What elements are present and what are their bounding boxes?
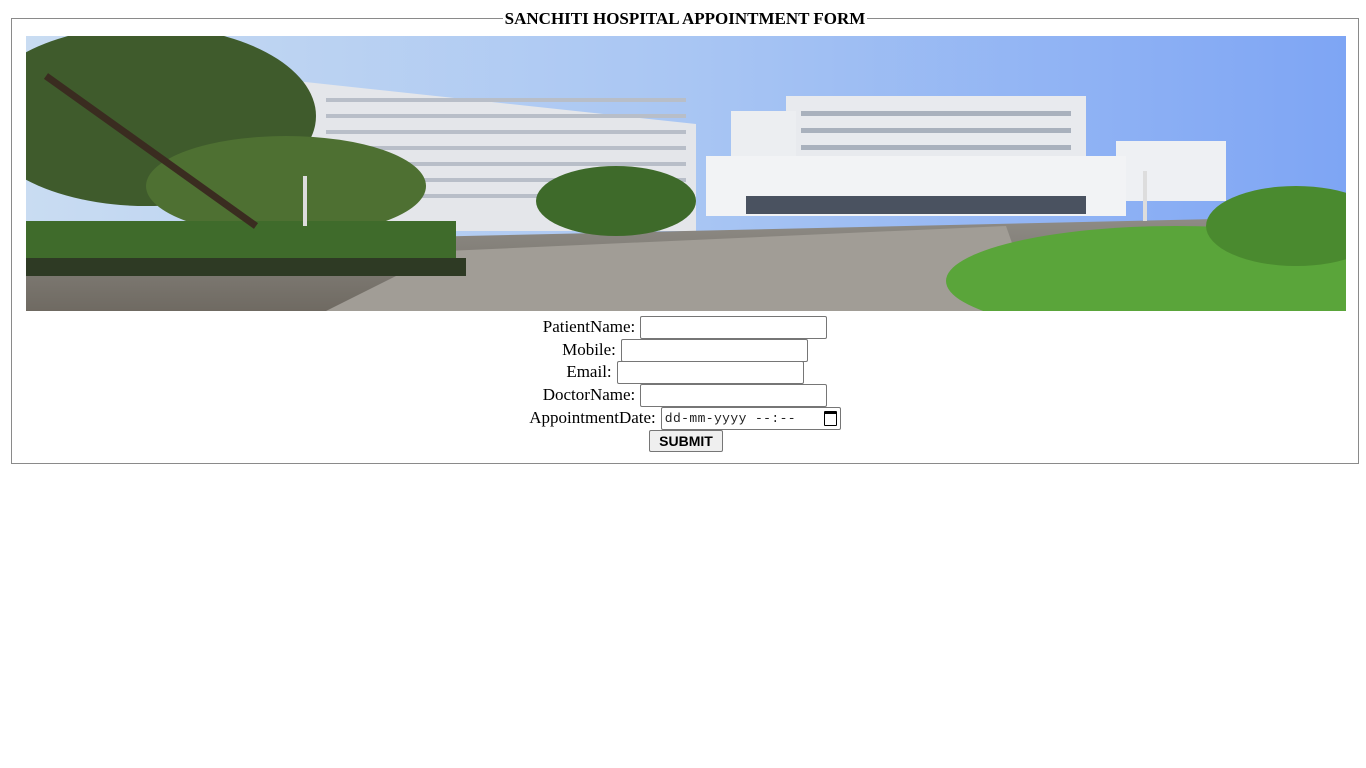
form-title: SANCHITI HOSPITAL APPOINTMENT FORM [502, 9, 868, 28]
patient-name-row: PatientName: [12, 315, 1358, 339]
submit-button[interactable]: SUBMIT [649, 430, 723, 452]
hospital-banner-image [26, 36, 1346, 311]
appointment-date-input[interactable]: dd-mm-yyyy --:-- [660, 406, 841, 430]
appointment-date-placeholder: dd-mm-yyyy --:-- [664, 410, 796, 426]
appointment-date-row: AppointmentDate: dd-mm-yyyy --:-- [12, 406, 1358, 430]
mobile-row: Mobile: [12, 338, 1358, 362]
calendar-icon[interactable] [823, 410, 837, 426]
patient-name-input[interactable] [640, 315, 828, 339]
form-legend: SANCHITI HOSPITAL APPOINTMENT FORM [12, 9, 1358, 29]
doctor-name-input[interactable] [640, 383, 828, 407]
appointment-date-label: AppointmentDate: [529, 408, 656, 427]
email-row: Email: [12, 360, 1358, 384]
email-input[interactable] [616, 360, 804, 384]
patient-name-label: PatientName: [542, 317, 636, 336]
email-label: Email: [566, 362, 612, 381]
mobile-label: Mobile: [562, 340, 616, 359]
mobile-input[interactable] [620, 338, 808, 362]
doctor-name-label: DoctorName: [542, 385, 636, 404]
appointment-form-fieldset: SANCHITI HOSPITAL APPOINTMENT FORM Patie… [11, 9, 1359, 464]
doctor-name-row: DoctorName: [12, 383, 1358, 407]
